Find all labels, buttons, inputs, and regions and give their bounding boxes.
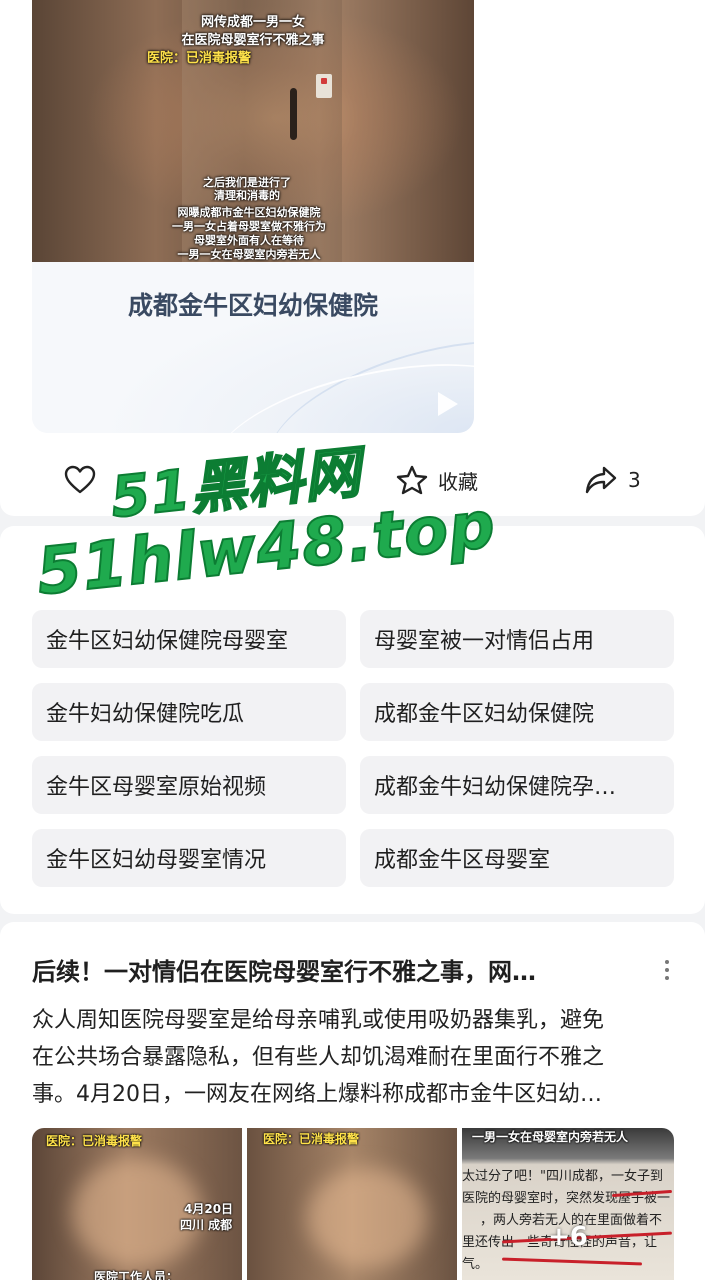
article-thumbnail-1[interactable]: 医院：已消毒报警 4月20日 四川 成都 医院工作人员： — [32, 1128, 242, 1280]
search-chip-label: 母婴室被一对情侣占用 — [374, 629, 595, 654]
thumb-label: 一男一女在母婴室内旁若无人 — [472, 1130, 629, 1144]
search-chip-label: 金牛区母婴室原始视频 — [46, 775, 267, 800]
overlay-title-3: 医院：已消毒报警 — [146, 51, 251, 66]
thumb-text: 太过分了吧！"四川成都，一女子到 — [462, 1169, 663, 1184]
article-body: 众人周知医院母婴室是给母亲哺乳或使用吸奶器集乳，避免 在公共场合暴露隐私，但有些… — [32, 1002, 672, 1113]
search-chip-label: 金牛妇幼保健院吃瓜 — [46, 702, 245, 727]
search-chip[interactable]: 成都金牛区母婴室 — [360, 829, 674, 887]
door-handle-image — [290, 88, 297, 140]
thumb-label: 医院：已消毒报警 — [46, 1134, 143, 1148]
thumb-label: 医院：已消毒报警 — [263, 1132, 360, 1146]
search-chip-label: 金牛区妇幼母婴室情况 — [46, 848, 267, 873]
search-chip[interactable]: 金牛区母婴室原始视频 — [32, 756, 346, 814]
heart-icon — [64, 465, 96, 494]
search-chip[interactable]: 金牛区妇幼母婴室情况 — [32, 829, 346, 887]
share-count: 3 — [628, 468, 641, 492]
video-frame: 网传成都一男一女 在医院母婴室行不雅之事 医院：已消毒报警 之后我们是进行了 清… — [32, 0, 474, 262]
search-chip-label: 金牛区妇幼保健院母婴室 — [46, 629, 289, 654]
search-chip-label: 成都金牛区母婴室 — [374, 848, 551, 873]
thumb-text: 气。 — [462, 1257, 489, 1272]
video-caption: 成都金牛区妇幼保健院 — [127, 291, 378, 320]
overlay-title-1: 网传成都一男一女 — [200, 15, 305, 30]
search-chip-label: 成都金牛妇幼保健院孕… — [374, 775, 617, 800]
video-subtitle-4: 一男一女占着母婴室做不雅行为 — [172, 220, 326, 233]
search-chip[interactable]: 母婴室被一对情侣占用 — [360, 610, 674, 668]
video-subtitle-3: 网曝成都市金牛区妇幼保健院 — [177, 206, 321, 219]
blur-region — [72, 1158, 202, 1268]
video-subtitle-5: 母婴室外面有人在等待 — [194, 234, 304, 247]
article-body-line: 众人周知医院母婴室是给母亲哺乳或使用吸奶器集乳，避免 — [32, 1008, 605, 1033]
video-subtitle-6: 一男一女在母婴室内旁若无人 — [177, 248, 321, 261]
article-body-line: 在公共场合暴露隐私，但有些人却饥渴难耐在里面行不雅之 — [32, 1045, 605, 1070]
red-annotation — [501, 1257, 643, 1266]
video-player[interactable]: 网传成都一男一女 在医院母婴室行不雅之事 医院：已消毒报警 之后我们是进行了 清… — [32, 0, 474, 433]
door-sign-image — [316, 74, 332, 98]
like-button[interactable] — [64, 465, 96, 495]
share-icon — [585, 466, 617, 494]
article-thumbnail-3[interactable]: 一男一女在母婴室内旁若无人 太过分了吧！"四川成都，一女子到 医院的母婴室时，突… — [462, 1128, 674, 1280]
star-icon — [396, 465, 428, 495]
article-card[interactable]: 后续！一对情侣在医院母婴室行不雅之事，网… 众人周知医院母婴室是给母亲哺乳或使用… — [0, 922, 705, 1280]
video-caption-panel: 成都金牛区妇幼保健院 — [32, 262, 474, 433]
search-chip[interactable]: 金牛区妇幼保健院母婴室 — [32, 610, 346, 668]
video-subtitle-2: 清理和消毒的 — [214, 189, 280, 202]
share-button[interactable]: 3 — [584, 465, 641, 495]
thumb-label: 四川 成都 — [180, 1218, 233, 1232]
article-title[interactable]: 后续！一对情侣在医院母婴室行不雅之事，网… — [32, 952, 632, 987]
search-chip[interactable]: 成都金牛妇幼保健院孕… — [360, 756, 674, 814]
article-body-line: 事。4月20日，一网友在网络上爆料称成都市金牛区妇幼… — [32, 1082, 602, 1107]
thumb-label: 医院工作人员： — [94, 1270, 179, 1280]
more-images-count[interactable]: +6 — [548, 1222, 588, 1252]
search-chip-label: 成都金牛区妇幼保健院 — [374, 702, 595, 727]
video-subtitle-1: 之后我们是进行了 — [203, 176, 291, 189]
blur-region — [307, 1168, 427, 1268]
play-icon[interactable] — [438, 392, 458, 416]
search-chip[interactable]: 成都金牛区妇幼保健院 — [360, 683, 674, 741]
search-chip[interactable]: 金牛妇幼保健院吃瓜 — [32, 683, 346, 741]
article-thumbnail-2[interactable]: 医院：已消毒报警 — [247, 1128, 457, 1280]
thumb-label: 4月20日 — [184, 1202, 234, 1216]
more-options-icon[interactable] — [657, 956, 677, 986]
overlay-title-2: 在医院母婴室行不雅之事 — [181, 33, 325, 48]
